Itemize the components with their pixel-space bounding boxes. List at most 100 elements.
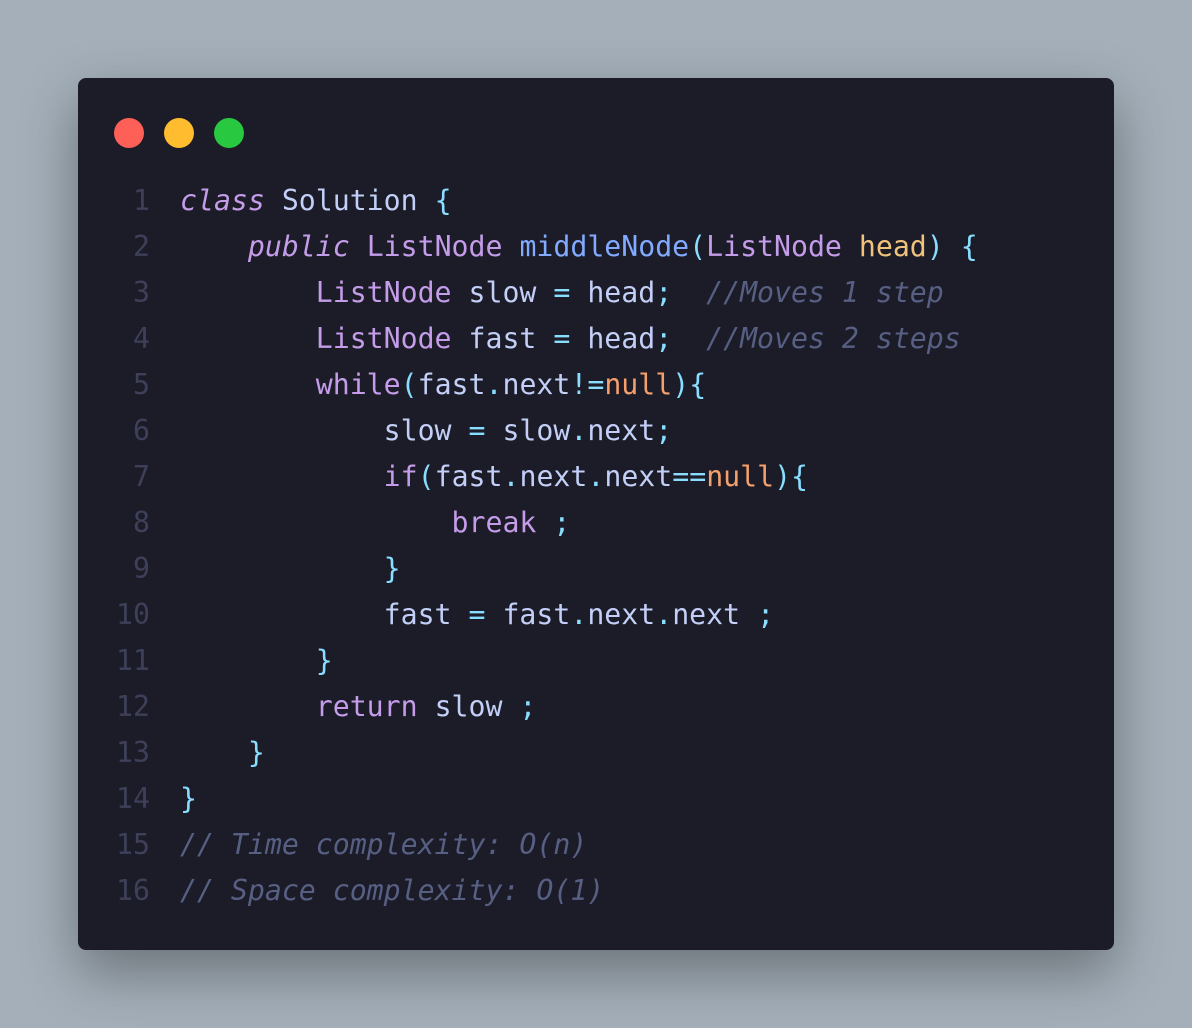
code-text: return slow ; — [180, 684, 537, 730]
code-token: } — [180, 782, 197, 815]
code-token: ; — [757, 598, 775, 631]
code-text: ListNode slow = head; //Moves 1 step — [180, 270, 944, 316]
code-token: class — [180, 184, 265, 217]
code-token: ListNode — [315, 276, 452, 309]
code-token: ){ — [672, 368, 707, 401]
code-token: } — [383, 552, 401, 585]
code-token: fast — [180, 598, 469, 631]
code-token: ; — [655, 322, 673, 355]
code-token: // Space complexity: O(1) — [180, 874, 605, 907]
code-token: null — [706, 460, 775, 493]
code-text: // Space complexity: O(1) — [180, 868, 604, 914]
code-text: break ; — [180, 500, 571, 546]
code-token: Solution — [264, 184, 435, 217]
code-token: } — [315, 644, 333, 677]
code-token: ListNode — [315, 322, 452, 355]
code-token: { — [434, 184, 452, 217]
code-text: } — [180, 546, 401, 592]
code-token: next — [587, 598, 656, 631]
code-token: head — [858, 230, 927, 263]
code-token: break — [451, 506, 537, 539]
code-token: if — [383, 460, 418, 493]
code-token: ; — [655, 414, 673, 447]
code-token: ; — [553, 506, 571, 539]
code-token: fast — [417, 368, 486, 401]
code-text: } — [180, 776, 197, 822]
line-number: 4 — [133, 322, 150, 355]
close-dot-icon[interactable] — [114, 118, 144, 148]
code-token: next — [587, 414, 656, 447]
line-number: 13 — [116, 736, 150, 769]
code-token: = — [553, 322, 571, 355]
code-token: = — [553, 276, 571, 309]
code-token: ListNode — [366, 230, 503, 263]
code-token: fast — [434, 460, 503, 493]
code-token: next — [604, 460, 673, 493]
code-token: while — [315, 368, 401, 401]
code-token: middleNode — [519, 230, 690, 263]
code-token: . — [570, 414, 588, 447]
code-token: ; — [655, 276, 673, 309]
code-window: 1 class Solution {2 public ListNode middl… — [78, 78, 1114, 950]
line-number: 10 — [116, 598, 150, 631]
code-token: == — [672, 460, 707, 493]
code-token: next — [672, 598, 758, 631]
code-text: if(fast.next.next==null){ — [180, 454, 808, 500]
window-controls — [114, 118, 244, 148]
code-token: = — [468, 598, 486, 631]
code-text: public ListNode middleNode(ListNode head… — [180, 224, 978, 270]
code-text: fast = fast.next.next ; — [180, 592, 774, 638]
code-token: //Moves 2 steps — [706, 322, 961, 355]
code-token: ( — [400, 368, 418, 401]
code-token: . — [485, 368, 503, 401]
code-token: . — [502, 460, 520, 493]
code-text: class Solution { — [180, 178, 452, 224]
zoom-dot-icon[interactable] — [214, 118, 244, 148]
code-token: ){ — [774, 460, 809, 493]
code-token: . — [570, 598, 588, 631]
line-number: 2 — [133, 230, 150, 263]
code-token: != — [570, 368, 605, 401]
line-number: 1 — [133, 184, 150, 217]
code-text: // Time complexity: O(n) — [180, 822, 587, 868]
code-token: { — [960, 230, 978, 263]
line-number: 9 — [133, 552, 150, 585]
code-token: ) — [926, 230, 944, 263]
line-number: 5 — [133, 368, 150, 401]
code-token: ListNode — [706, 230, 842, 263]
code-token: slow — [180, 414, 469, 447]
code-token: null — [604, 368, 673, 401]
line-number: 7 — [133, 460, 150, 493]
code-token: ( — [689, 230, 707, 263]
code-token: . — [587, 460, 605, 493]
code-token: head — [570, 322, 656, 355]
line-number: 6 — [133, 414, 150, 447]
minimize-dot-icon[interactable] — [164, 118, 194, 148]
code-token: slow — [417, 690, 520, 723]
line-number: 11 — [116, 644, 150, 677]
code-text: while(fast.next!=null){ — [180, 362, 706, 408]
code-token: //Moves 1 step — [706, 276, 944, 309]
code-text: ListNode fast = head; //Moves 2 steps — [180, 316, 961, 362]
line-number: 8 — [133, 506, 150, 539]
code-token: return — [315, 690, 418, 723]
code-token: next — [502, 368, 571, 401]
code-token: fast — [451, 322, 554, 355]
code-token: slow — [451, 276, 554, 309]
code-text: } — [180, 638, 333, 684]
code-token: slow — [485, 414, 571, 447]
line-number: 12 — [116, 690, 150, 723]
